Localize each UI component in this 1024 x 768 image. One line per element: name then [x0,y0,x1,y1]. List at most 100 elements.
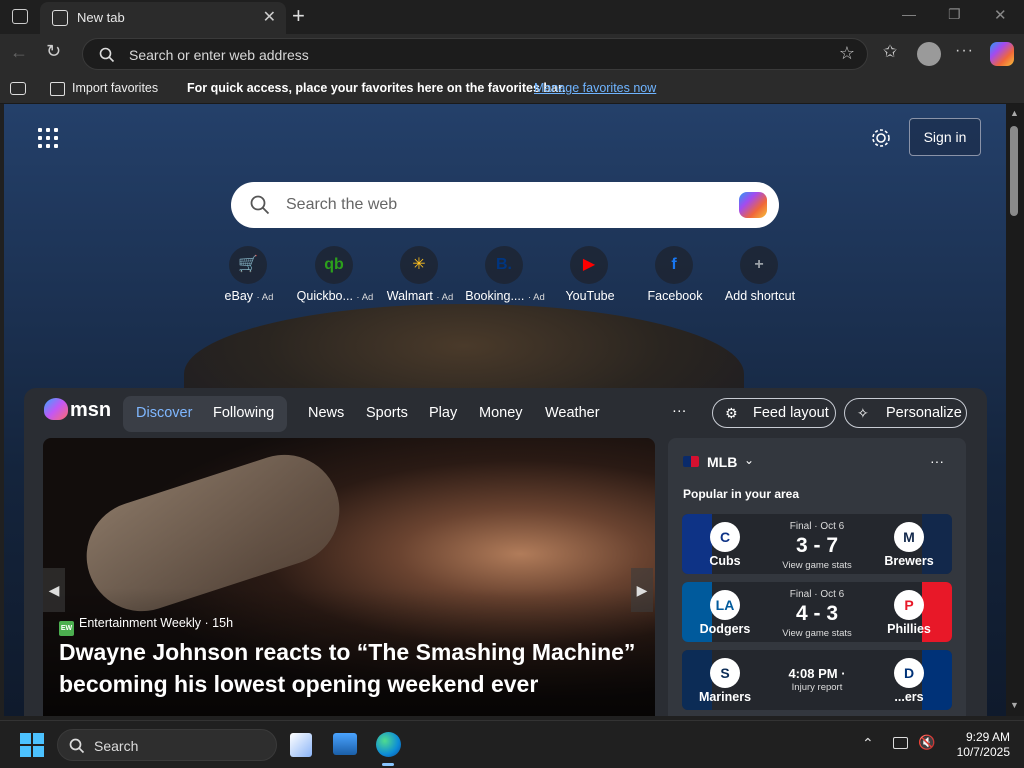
app-photos-icon[interactable] [333,733,357,755]
msn-butterfly-icon [44,398,68,420]
home-team-logo-icon: C [710,522,740,552]
web-search-input[interactable]: Search the web [286,196,397,214]
msn-feed: msn Discover Following News Sports Play … [24,388,987,716]
browser-toolbar: ← ↻ Search or enter web address ☆ ✩ ··· [0,34,1024,74]
web-search-box[interactable]: Search the web [231,182,779,228]
close-button[interactable]: ✕ [994,6,1007,24]
import-favorites-button[interactable]: Import favorites [50,74,160,104]
shortcut-label: Add shortcut [717,289,803,303]
shortcut-favicon-icon: qb [315,246,353,284]
scroll-up-icon[interactable]: ▲ [1010,108,1019,118]
scrollbar-thumb[interactable] [1010,126,1018,216]
game-row[interactable]: LA P Dodgers Phillies Final · Oct 6 4 - 3 View… [682,582,952,642]
address-bar[interactable]: Search or enter web address ☆ [82,38,868,70]
shortcut-name: Quickbo... [296,289,353,303]
apps-grid-icon[interactable] [38,128,58,148]
tray-chevron-icon[interactable]: ⌃ [862,735,874,752]
hero-article-card[interactable]: ◀ ▶ EW Entertainment Weekly · 15h Dwayne … [43,438,655,716]
sports-card: MLB ⌄ ··· Popular in your area C M Cubs Bre… [668,438,966,716]
shortcut-tile[interactable]: f Facebook [632,244,718,308]
shortcut-name: Add shortcut [724,289,796,303]
shortcut-glyph: 🛒 [238,256,258,273]
hero-prev-button[interactable]: ◀ [43,568,65,612]
network-icon[interactable] [893,737,908,749]
shortcut-favicon-icon: ▶ [570,246,608,284]
gear-icon[interactable] [870,127,892,149]
personalize-button[interactable]: ✧ Personalize [844,398,967,428]
import-icon [50,82,65,96]
profile-avatar[interactable] [917,42,941,66]
shortcut-glyph: qb [324,256,344,273]
nav-news[interactable]: News [308,405,344,421]
copilot-icon[interactable] [990,42,1014,66]
shortcut-name: Booking.... [465,289,525,303]
tab-close-icon[interactable]: ✕ [263,7,276,27]
msn-logo[interactable]: msn [44,398,111,422]
shortcut-name: Walmart [386,289,433,303]
shortcut-ad-tag: · Ad [356,292,374,303]
feed-tab-group: Discover Following [123,396,287,432]
tab-actions-icon[interactable] [12,9,28,24]
shortcut-tile[interactable]: 🛒 eBay · Ad [206,244,292,308]
shortcut-glyph: + [754,256,764,273]
sports-more-button[interactable]: ··· [930,453,944,469]
shortcut-tile[interactable]: qb Quickbo... · Ad [292,244,378,308]
shortcut-label: Facebook [632,289,718,303]
restore-button[interactable]: ❐ [948,6,961,23]
tab-following[interactable]: Following [213,405,274,421]
shortcut-tile[interactable]: ▶ YouTube [547,244,633,308]
favorites-icon[interactable]: ✩ [883,42,897,62]
favorites-bar: Import favorites For quick access, place… [0,74,1024,104]
source-name: Entertainment Weekly [79,616,202,630]
nav-sports[interactable]: Sports [366,405,408,421]
nav-more-button[interactable]: ··· [672,403,687,419]
taskbar: Search ⌃ 🔇 9:29 AM 10/7/2025 [0,720,1024,768]
copilot-icon[interactable] [739,192,767,218]
shortcut-tile[interactable]: B. Booking.... · Ad [462,244,548,308]
shortcut-label: YouTube [547,289,633,303]
nav-weather[interactable]: Weather [545,405,600,421]
feed-layout-button[interactable]: ⚙ Feed layout [712,398,836,428]
address-input[interactable]: Search or enter web address [129,47,309,63]
minimize-button[interactable]: — [902,6,916,22]
settings-more-icon[interactable]: ··· [955,42,974,60]
volume-muted-icon[interactable]: 🔇 [918,734,935,751]
favorite-star-icon[interactable]: ☆ [839,43,855,64]
shortcut-tile[interactable]: + Add shortcut [717,244,803,308]
tab-discover[interactable]: Discover [136,405,192,421]
chevron-down-icon[interactable]: ⌄ [744,453,754,467]
new-tab-favicon-icon [52,10,68,26]
app-document-icon[interactable] [290,733,312,757]
shortcut-tile[interactable]: ✳ Walmart · Ad [377,244,463,308]
sidebar-icon[interactable] [10,82,26,95]
personalize-label: Personalize [886,405,962,421]
nav-money[interactable]: Money [479,405,523,421]
shortcut-ad-tag: · Ad [436,292,454,303]
back-arrow-icon[interactable]: ← [10,42,28,63]
shortcut-label: Walmart · Ad [377,289,463,303]
scroll-down-icon[interactable]: ▼ [1010,700,1019,710]
shortcut-favicon-icon: B. [485,246,523,284]
page-scrollbar[interactable]: ▲ ▼ [1006,104,1024,716]
tab-new-tab[interactable]: New tab ✕ [40,2,286,34]
taskbar-search[interactable]: Search [57,729,277,761]
nav-play[interactable]: Play [429,405,457,421]
game-row[interactable]: C M Cubs Brewers Final · Oct 6 3 - 7 View game… [682,514,952,574]
shortcut-glyph: B. [496,256,512,273]
league-selector[interactable]: MLB [707,454,737,470]
sign-in-button[interactable]: Sign in [909,118,981,156]
hero-headline[interactable]: Dwayne Johnson reacts to “The Smashing M… [59,636,649,700]
game-row[interactable]: S D Mariners ...ers 4:08 PM · Injury report [682,650,952,710]
shortcut-glyph: ▶ [582,256,596,273]
game-stats-link: Injury report [791,682,843,693]
taskbar-active-indicator [382,763,394,766]
refresh-icon[interactable]: ↻ [46,41,61,62]
new-tab-button[interactable]: + [292,3,305,29]
system-clock[interactable]: 9:29 AM 10/7/2025 [940,730,1010,760]
manage-favorites-link[interactable]: Manage favorites now [534,81,656,95]
windows-start-icon[interactable] [20,733,44,757]
game-status: Final · Oct 6 [789,589,845,600]
edge-browser-icon[interactable] [376,732,401,757]
shortcut-name: Facebook [647,289,703,303]
hero-next-button[interactable]: ▶ [631,568,653,612]
